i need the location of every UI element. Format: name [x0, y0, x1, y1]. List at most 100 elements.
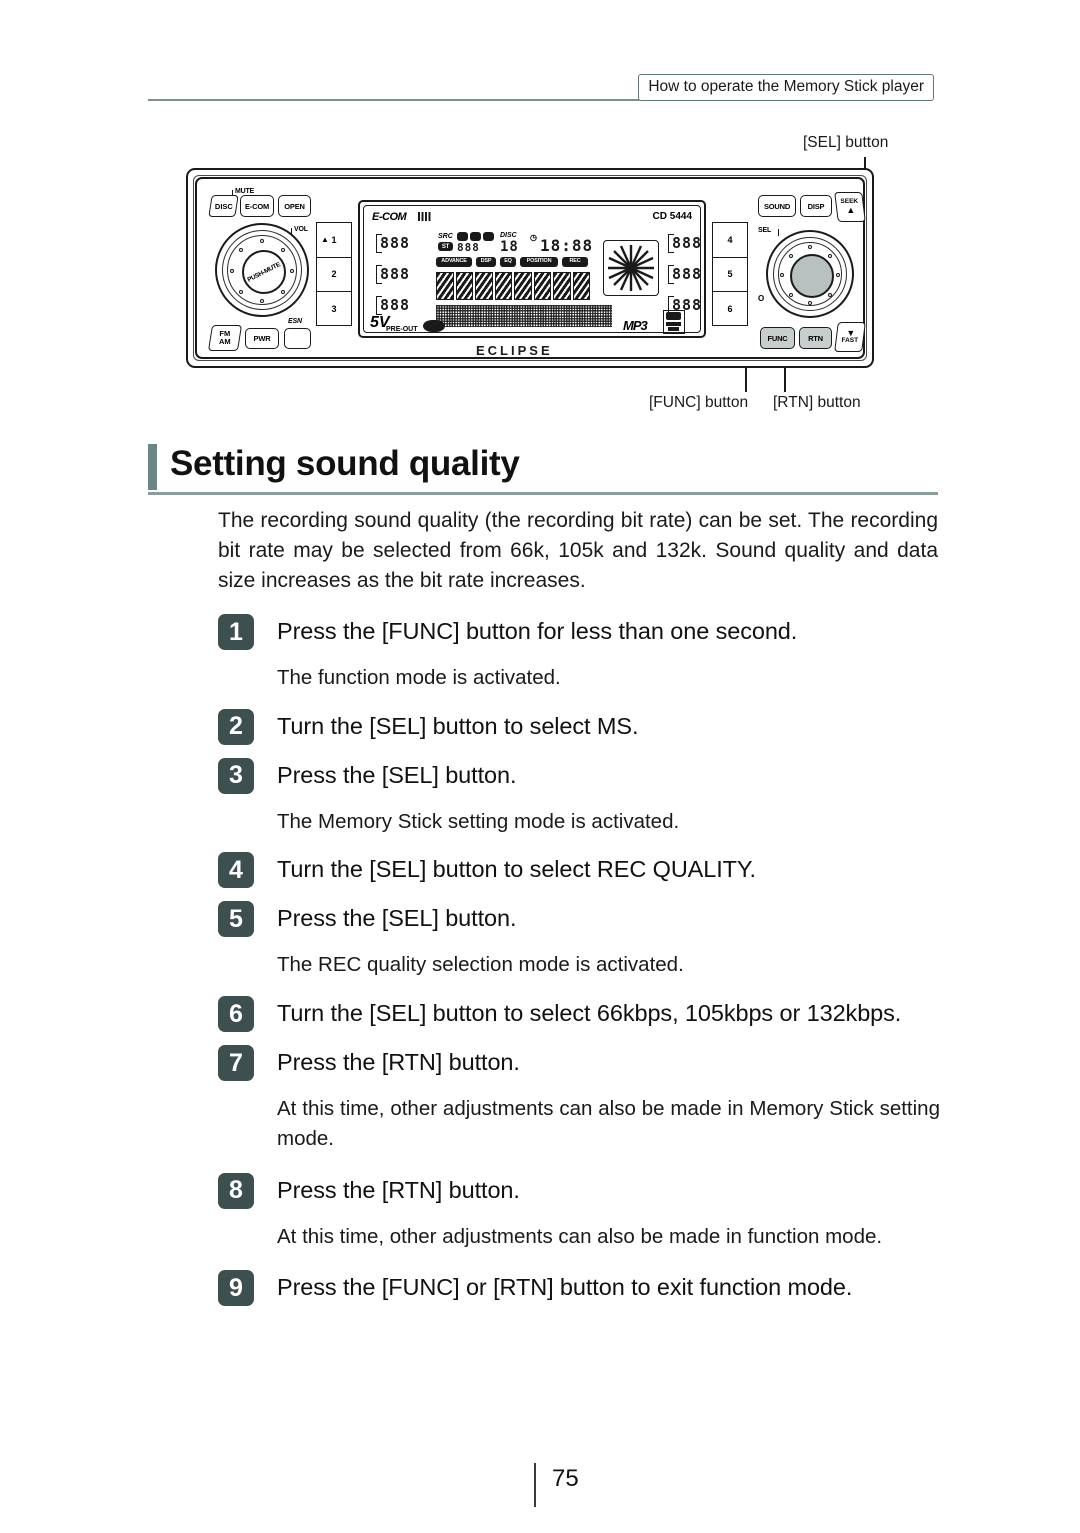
lcd-starburst-icon	[608, 245, 654, 291]
ecom-button[interactable]: E-COM	[240, 195, 274, 217]
lcd-ecom-indicator: E-COM	[372, 211, 407, 223]
step-4-text: Turn the [SEL] button to select REC QUAL…	[277, 856, 756, 883]
lcd-indicator-dsp: DSP	[476, 257, 496, 267]
callout-sel-label: [SEL] button	[803, 134, 889, 151]
steps-list: 1 Press the [FUNC] button for less than …	[218, 614, 940, 1319]
ecom-button-label: E-COM	[245, 201, 269, 211]
chevron-up-icon: ▲	[845, 204, 855, 215]
preset-button-4-label: 4	[727, 234, 733, 245]
disc-button[interactable]: DISC	[208, 195, 239, 217]
preset-button-2-label: 2	[331, 269, 337, 280]
step-5-number: 5	[218, 901, 254, 938]
section-title-block: Setting sound quality	[148, 444, 938, 500]
page-header: How to operate the Memory Stick player	[148, 74, 934, 108]
sel-knob-tick-s	[808, 301, 812, 305]
pwr-button-label: PWR	[253, 334, 271, 343]
lcd-indicator-eq: EQ	[500, 257, 516, 267]
sel-knob-tick-w	[780, 273, 784, 277]
step-2: 2 Turn the [SEL] button to select MS.	[218, 708, 940, 745]
callout-func-label: [FUNC] button	[649, 394, 749, 411]
preset-button-2[interactable]: 2	[317, 258, 351, 293]
step-5-text: Press the [SEL] button.	[277, 905, 517, 932]
rtn-button[interactable]: RTN	[799, 327, 832, 349]
volume-knob-tick-ne	[281, 248, 285, 252]
lcd-seg-left-2: 888	[380, 265, 411, 283]
sel-knob-tick-e	[836, 273, 840, 277]
lcd-seg-left-1: 888	[380, 234, 411, 252]
preset-button-5[interactable]: 5	[713, 258, 747, 293]
push-mute-button[interactable]: PUSH-MUTE	[242, 250, 286, 294]
mute-label: MUTE	[235, 188, 255, 195]
pwr-button[interactable]: PWR	[245, 328, 279, 349]
preset-button-3[interactable]: 3	[317, 292, 351, 327]
step-9-number: 9	[218, 1270, 254, 1307]
open-button[interactable]: OPEN	[278, 195, 311, 217]
lcd-src-box-2	[470, 232, 481, 241]
lcd-preout-label: PRE-OUT	[386, 326, 418, 333]
step-1-note: The function mode is activated.	[277, 666, 561, 689]
step-3-note: The Memory Stick setting mode is activat…	[277, 809, 680, 833]
fast-label: FAST	[841, 337, 858, 345]
push-mute-label: PUSH-MUTE	[246, 260, 282, 284]
open-button-label: OPEN	[284, 201, 305, 211]
preset-button-6-label: 6	[727, 304, 733, 315]
sel-tick	[778, 229, 780, 236]
preset-button-3-label: 3	[331, 304, 337, 315]
preset-button-1-label: 1	[331, 234, 337, 245]
step-3-number: 3	[218, 757, 254, 794]
lcd-character-row	[436, 272, 590, 300]
volume-knob-tick-nw	[239, 248, 243, 252]
step-8-text: Press the [RTN] button.	[277, 1176, 520, 1203]
step-1-text: Press the [FUNC] button for less than on…	[277, 618, 798, 644]
sel-knob-center[interactable]	[790, 254, 834, 298]
unlabeled-button-left[interactable]	[284, 328, 311, 349]
preset-button-6[interactable]: 6	[713, 292, 747, 327]
sel-micro-label: SEL	[758, 227, 772, 234]
volume-knob-tick-n	[260, 239, 264, 243]
preset-column-left: ▲ 1 2 3	[316, 222, 352, 326]
sound-button-label: SOUND	[763, 201, 791, 211]
step-3-text: Press the [SEL] button.	[277, 761, 517, 788]
lcd-mp3-logo: MP3	[623, 318, 648, 333]
disc-button-label: DISC	[214, 201, 233, 211]
step-6-text: Turn the [SEL] button to select 66kbps, …	[277, 1000, 902, 1027]
title-accent-bar	[148, 444, 157, 490]
step-9: 9 Press the [FUNC] or [RTN] button to ex…	[218, 1270, 940, 1307]
page-footer: 75	[0, 1463, 1080, 1511]
sel-knob[interactable]	[766, 230, 854, 318]
seek-up-button[interactable]: SEEK ▲	[834, 192, 866, 222]
step-5: 5 Press the [SEL] button.	[218, 901, 940, 938]
lcd-speaker-icon	[423, 320, 445, 332]
sel-knob-tick-n	[808, 245, 812, 249]
volume-knob[interactable]: PUSH-MUTE	[215, 223, 309, 317]
fm-am-button[interactable]: FM AM	[207, 325, 243, 351]
step-4: 4 Turn the [SEL] button to select REC QU…	[218, 852, 940, 889]
fm-am-button-label: FM AM	[219, 328, 231, 346]
lcd-seg-right-1: 888	[672, 234, 703, 252]
intro-paragraph: The recording sound quality (the recordi…	[218, 509, 938, 593]
step-2-number: 2	[218, 708, 254, 745]
volume-knob-tick-se	[281, 290, 285, 294]
lcd-st-indicator: ST	[438, 242, 453, 251]
step-1: 1 Press the [FUNC] button for less than …	[218, 614, 940, 650]
preset-button-4[interactable]: 4	[713, 223, 747, 258]
step-5-note: The REC quality selection mode is activa…	[277, 953, 684, 977]
lcd-indicator-advance: ADVANCE	[436, 257, 472, 267]
preset-button-1[interactable]: ▲ 1	[317, 223, 351, 258]
func-button[interactable]: FUNC	[760, 327, 795, 349]
lcd-src-digits: 888	[457, 241, 480, 254]
sound-button[interactable]: SOUND	[758, 195, 796, 217]
volume-knob-tick-s	[260, 299, 264, 303]
eclipse-brand-logo: ECLIPSE	[476, 343, 553, 358]
volume-knob-tick-sw	[239, 290, 243, 294]
step-7: 7 Press the [RTN] button.	[218, 1045, 940, 1082]
fast-down-button[interactable]: ▼ FAST	[834, 322, 866, 352]
lcd-ecom-bars	[418, 212, 432, 221]
lcd-cd-logo	[663, 310, 685, 334]
preset-button-5-label: 5	[727, 269, 733, 280]
lcd-model-label: CD 5444	[652, 211, 692, 222]
rtn-button-label: RTN	[808, 333, 823, 343]
lcd-clock: 18:88	[540, 236, 594, 255]
title-underline	[148, 492, 938, 495]
disp-button[interactable]: DISP	[800, 195, 832, 217]
